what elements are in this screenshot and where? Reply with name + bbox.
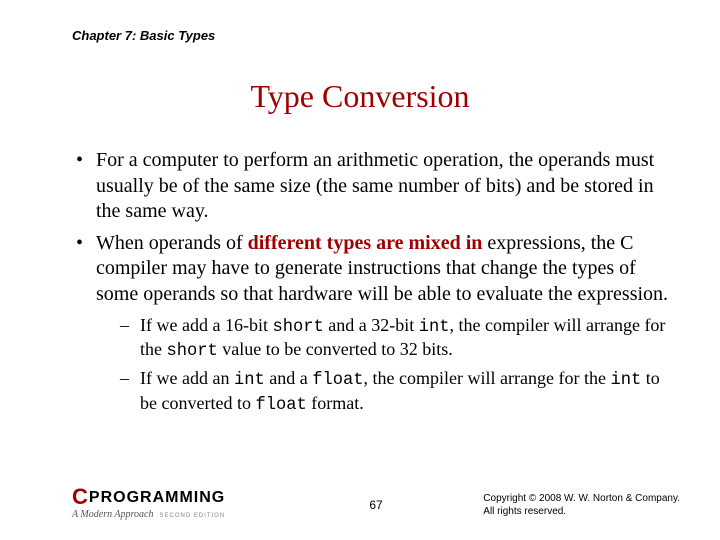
bullet-item: For a computer to perform an arithmetic … — [72, 148, 672, 225]
copyright-notice: Copyright © 2008 W. W. Norton & Company.… — [483, 492, 680, 518]
sub-item: If we add an int and a float, the compil… — [120, 367, 672, 417]
code: float — [312, 371, 363, 390]
copyright-line: Copyright © 2008 W. W. Norton & Company. — [483, 492, 680, 505]
bullet-item: When operands of different types are mix… — [72, 231, 672, 308]
logo-sub-text: A Modern Approach — [72, 509, 153, 520]
slide-body: For a computer to perform an arithmetic … — [72, 148, 672, 421]
code: float — [255, 396, 306, 415]
logo-c-letter: C — [72, 484, 89, 509]
sub-list: If we add a 16-bit short and a 32-bit in… — [72, 314, 672, 418]
logo-title: CPROGRAMMING — [72, 486, 225, 508]
code: int — [610, 371, 641, 390]
code: int — [234, 371, 265, 390]
logo-subtitle: A Modern Approach SECOND EDITION — [72, 509, 225, 520]
code: short — [167, 342, 218, 361]
copyright-line: All rights reserved. — [483, 505, 680, 518]
book-logo: CPROGRAMMING A Modern Approach SECOND EDI… — [72, 486, 225, 520]
page-number: 67 — [369, 498, 382, 512]
chapter-header: Chapter 7: Basic Types — [72, 28, 215, 43]
slide-footer: CPROGRAMMING A Modern Approach SECOND EDI… — [72, 480, 680, 520]
emphasis-text: different types are mixed in — [248, 232, 483, 254]
text: format. — [307, 393, 364, 413]
bullet-text-pre: When operands of — [96, 232, 248, 254]
text: , the compiler will arrange for the — [364, 368, 611, 388]
code: short — [272, 318, 323, 337]
text: value to be converted to 32 bits. — [218, 339, 453, 359]
text: If we add an — [140, 368, 234, 388]
logo-edition: SECOND EDITION — [159, 513, 225, 519]
code: int — [419, 318, 450, 337]
text: If we add a 16-bit — [140, 315, 272, 335]
bullet-text: For a computer to perform an arithmetic … — [96, 149, 654, 222]
text: and a 32-bit — [324, 315, 419, 335]
sub-item: If we add a 16-bit short and a 32-bit in… — [120, 314, 672, 364]
logo-word: PROGRAMMING — [89, 489, 225, 506]
text: and a — [265, 368, 312, 388]
slide-title: Type Conversion — [0, 78, 720, 115]
